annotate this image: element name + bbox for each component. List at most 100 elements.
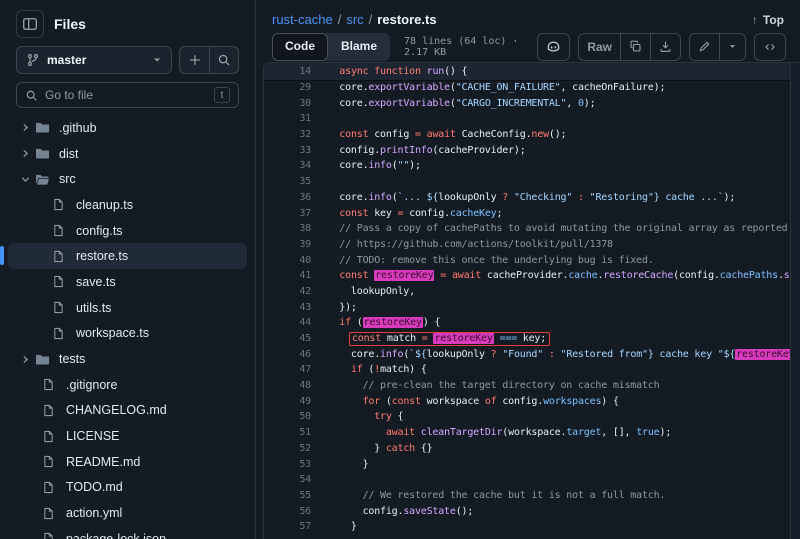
code-line: 46 core.info(`${lookupOnly ? "Found" : "… xyxy=(264,347,790,363)
line-number[interactable]: 30 xyxy=(264,96,311,112)
tree-item-workspace.ts[interactable]: workspace.ts xyxy=(8,321,247,347)
tree-item-label: .gitignore xyxy=(66,378,117,392)
file-view-pane: rust-cache / src / restore.ts ↑ Top Code… xyxy=(256,0,800,539)
copy-raw-button[interactable] xyxy=(620,34,650,60)
code-token: config xyxy=(368,129,415,140)
code-token: target xyxy=(566,427,601,438)
collapse-sidebar-button[interactable] xyxy=(16,10,44,38)
line-number[interactable]: 40 xyxy=(264,253,311,269)
download-raw-button[interactable] xyxy=(650,34,680,60)
line-number[interactable]: 46 xyxy=(264,347,311,363)
tree-item-todo.md[interactable]: TODO.md xyxy=(8,475,247,501)
go-to-file-input[interactable]: Go to file t xyxy=(16,82,239,108)
line-number[interactable]: 39 xyxy=(264,237,311,253)
code-token: cleanTargetDir xyxy=(421,427,503,438)
tree-item-label: README.md xyxy=(66,455,140,469)
line-number[interactable]: 34 xyxy=(264,158,311,174)
tab-code[interactable]: Code xyxy=(272,33,328,61)
breadcrumb-repo-link[interactable]: rust-cache xyxy=(272,12,333,27)
edit-dropdown-button[interactable] xyxy=(719,34,745,60)
tree-item-readme.md[interactable]: README.md xyxy=(8,449,247,475)
line-number[interactable]: 33 xyxy=(264,143,311,159)
branch-selector-button[interactable]: master xyxy=(16,46,172,74)
line-number[interactable]: 44 xyxy=(264,315,311,331)
line-number[interactable]: 51 xyxy=(264,425,311,441)
code-line-content: config.printInfo(cacheProvider); xyxy=(311,143,790,159)
file-icon xyxy=(42,507,58,520)
tree-item-cleanup.ts[interactable]: cleanup.ts xyxy=(8,192,247,218)
chevron-right-icon xyxy=(20,148,35,159)
code-token: (); xyxy=(549,129,566,140)
line-number[interactable]: 36 xyxy=(264,190,311,206)
line-number[interactable]: 31 xyxy=(264,111,311,127)
line-number[interactable]: 55 xyxy=(264,488,311,504)
tree-item-restore.ts[interactable]: restore.ts xyxy=(8,243,247,269)
tree-item-config.ts[interactable]: config.ts xyxy=(8,218,247,244)
tree-item-changelog.md[interactable]: CHANGELOG.md xyxy=(8,398,247,424)
line-number[interactable]: 37 xyxy=(264,206,311,222)
line-number[interactable]: 56 xyxy=(264,504,311,520)
line-number[interactable]: 32 xyxy=(264,127,311,143)
code-scrollbar[interactable] xyxy=(790,63,800,539)
tree-item-dist[interactable]: dist xyxy=(8,141,247,167)
line-number[interactable]: 45 xyxy=(264,331,311,347)
code-line-content: const restoreKey = await cacheProvider.c… xyxy=(311,268,790,284)
code-token: (config. xyxy=(673,270,720,281)
breadcrumb-dir-link[interactable]: src xyxy=(346,12,363,27)
tree-item-.gitignore[interactable]: .gitignore xyxy=(8,372,247,398)
folder-icon xyxy=(35,352,51,367)
line-number[interactable]: 35 xyxy=(264,174,311,190)
code-line: 37 const key = config.cacheKey; xyxy=(264,206,790,222)
file-icon xyxy=(52,250,68,263)
code-token: async function xyxy=(339,66,421,77)
copilot-button[interactable] xyxy=(537,33,570,61)
line-number[interactable]: 29 xyxy=(264,80,311,96)
tree-item-save.ts[interactable]: save.ts xyxy=(8,269,247,295)
code-token xyxy=(316,333,351,344)
line-number[interactable]: 54 xyxy=(264,472,311,488)
tree-item-label: src xyxy=(59,172,76,186)
add-file-button[interactable] xyxy=(180,47,209,73)
line-number[interactable]: 50 xyxy=(264,409,311,425)
line-number[interactable]: 49 xyxy=(264,394,311,410)
folder-icon xyxy=(35,120,51,135)
scroll-to-top-link[interactable]: ↑ Top xyxy=(752,13,784,27)
code-line-content xyxy=(311,111,790,127)
code-token: } cache ...` xyxy=(654,192,724,203)
code-line: 31 xyxy=(264,111,790,127)
code-token: lookupOnly, xyxy=(316,286,415,297)
toolbar-actions: Raw xyxy=(537,33,786,61)
line-number[interactable]: 57 xyxy=(264,519,311,535)
line-number[interactable]: 43 xyxy=(264,300,311,316)
line-number[interactable]: 53 xyxy=(264,457,311,473)
line-number[interactable]: 41 xyxy=(264,268,311,284)
breadcrumb-separator: / xyxy=(369,12,373,27)
code-token: true xyxy=(636,427,659,438)
code-token: ( xyxy=(351,317,363,328)
code-token: key xyxy=(368,208,397,219)
code-token: restoreCache xyxy=(603,270,673,281)
line-number[interactable]: 48 xyxy=(264,378,311,394)
chevron-right-icon xyxy=(20,122,35,133)
line-number[interactable]: 14 xyxy=(264,63,311,80)
raw-button[interactable]: Raw xyxy=(579,34,620,60)
tree-item-action.yml[interactable]: action.yml xyxy=(8,500,247,526)
code-token: info xyxy=(368,160,391,171)
tab-blame[interactable]: Blame xyxy=(328,33,390,61)
line-number[interactable]: 52 xyxy=(264,441,311,457)
line-number[interactable]: 38 xyxy=(264,221,311,237)
tree-item-tests[interactable]: tests xyxy=(8,346,247,372)
code-token xyxy=(316,427,386,438)
symbols-panel-button[interactable] xyxy=(754,33,786,61)
tree-item-.github[interactable]: .github xyxy=(8,115,247,141)
tree-item-license[interactable]: LICENSE xyxy=(8,423,247,449)
edit-file-button[interactable] xyxy=(690,34,719,60)
code-token: core. xyxy=(316,349,380,360)
code-line-content: const match = restoreKey === key; xyxy=(311,331,790,347)
tree-item-package-lock.json[interactable]: package-lock.json xyxy=(8,526,247,539)
tree-item-utils.ts[interactable]: utils.ts xyxy=(8,295,247,321)
search-tree-button[interactable] xyxy=(209,47,238,73)
line-number[interactable]: 42 xyxy=(264,284,311,300)
tree-item-src[interactable]: src xyxy=(8,166,247,192)
line-number[interactable]: 47 xyxy=(264,362,311,378)
